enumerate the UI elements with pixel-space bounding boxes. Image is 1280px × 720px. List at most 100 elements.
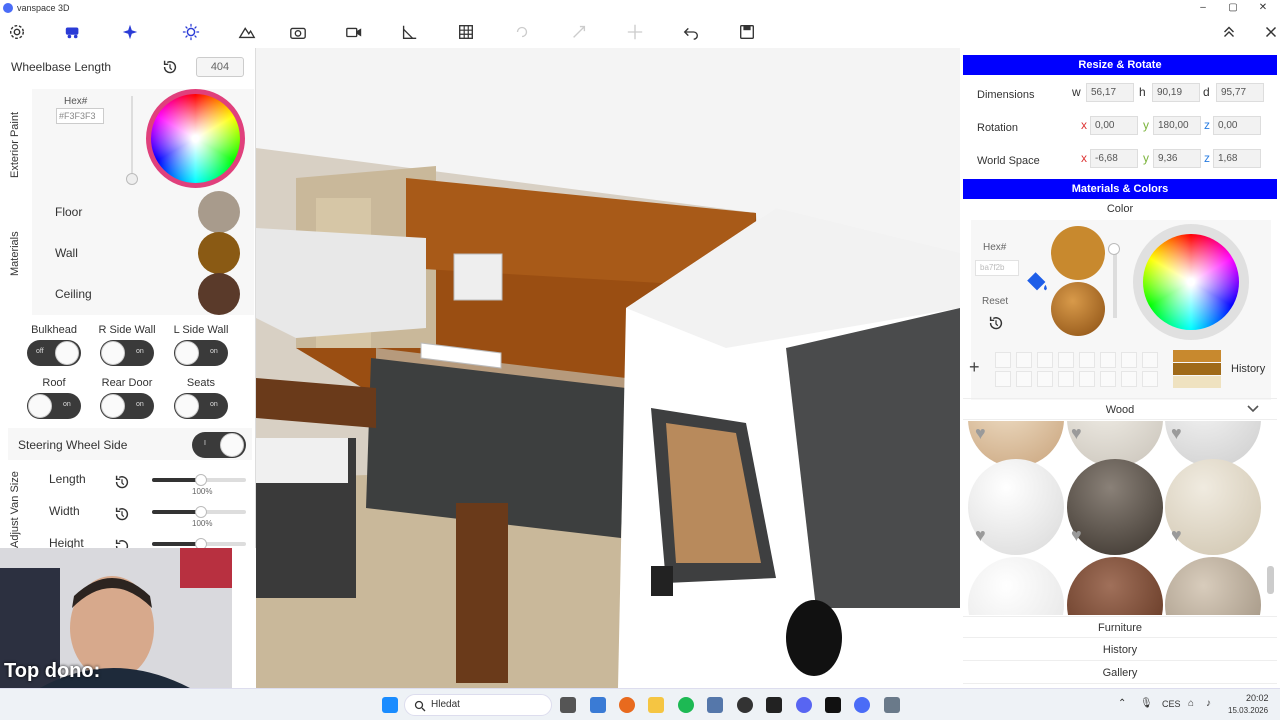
color-history-slot[interactable] xyxy=(1079,371,1095,387)
roof-toggle[interactable]: on xyxy=(27,393,81,419)
history-swatch[interactable] xyxy=(1173,363,1221,375)
firefox-icon[interactable] xyxy=(619,697,635,713)
app-icon-3[interactable] xyxy=(766,697,782,713)
width-reset-icon[interactable] xyxy=(113,505,131,523)
color-brightness-thumb[interactable] xyxy=(1108,243,1120,255)
color-history-slot[interactable] xyxy=(1121,371,1137,387)
history-swatch[interactable] xyxy=(1173,350,1221,362)
length-reset-icon[interactable] xyxy=(113,473,131,491)
dimension-h-input[interactable]: 90,19 xyxy=(1152,83,1200,102)
settings-icon[interactable] xyxy=(6,22,28,42)
color-history-slot[interactable] xyxy=(1016,352,1032,368)
world-y-input[interactable]: 9,36 xyxy=(1153,149,1201,168)
file-explorer-icon[interactable] xyxy=(648,697,664,713)
world-x-input[interactable]: -6,68 xyxy=(1090,149,1138,168)
color-wheel[interactable] xyxy=(146,89,245,188)
favorite-heart-icon[interactable]: ♥ xyxy=(1071,526,1089,544)
clock-time[interactable]: 20:02 xyxy=(1246,693,1269,703)
task-view-icon[interactable] xyxy=(560,697,576,713)
favorite-heart-icon[interactable]: ♥ xyxy=(975,526,993,544)
grid-icon[interactable] xyxy=(455,22,477,42)
maximize-button[interactable]: ▢ xyxy=(1218,0,1248,16)
dimension-d-input[interactable]: 95,77 xyxy=(1216,83,1264,102)
spotify-icon[interactable] xyxy=(678,697,694,713)
dimension-w-input[interactable]: 56,17 xyxy=(1086,83,1134,102)
height-slider[interactable] xyxy=(152,538,246,548)
reset-icon[interactable] xyxy=(987,314,1005,332)
undo-icon[interactable] xyxy=(680,22,702,42)
wood-category-header[interactable]: Wood xyxy=(963,398,1277,420)
terrain-icon[interactable] xyxy=(236,22,258,42)
brightness-thumb[interactable] xyxy=(126,173,138,185)
rotation-z-input[interactable]: 0,00 xyxy=(1213,116,1261,135)
rotation-x-input[interactable]: 0,00 xyxy=(1090,116,1138,135)
wood-material[interactable] xyxy=(1165,557,1261,615)
color-history-slot[interactable] xyxy=(1058,371,1074,387)
close-window-button[interactable]: ✕ xyxy=(1248,0,1278,16)
add-color-button[interactable]: + xyxy=(969,357,980,378)
brightness-slider[interactable] xyxy=(131,96,133,178)
scrollbar-thumb[interactable] xyxy=(1267,566,1274,594)
collapse-icon[interactable] xyxy=(1218,22,1240,42)
seats-toggle[interactable]: on xyxy=(174,393,228,419)
wheelbase-input[interactable]: 404 xyxy=(196,57,244,77)
color-history-slot[interactable] xyxy=(1121,352,1137,368)
chevron-down-icon[interactable] xyxy=(1246,404,1260,414)
slider-thumb[interactable] xyxy=(195,474,207,486)
history-swatch[interactable] xyxy=(1173,376,1221,388)
slider-thumb[interactable] xyxy=(195,506,207,518)
wood-material[interactable] xyxy=(1067,557,1163,615)
3d-viewport[interactable] xyxy=(256,48,960,688)
r-side-wall-toggle[interactable]: on xyxy=(100,340,154,366)
wood-texture-swatch[interactable] xyxy=(1051,282,1105,336)
discord-icon[interactable] xyxy=(796,697,812,713)
close-icon[interactable] xyxy=(1260,22,1280,42)
color-brightness-slider[interactable] xyxy=(1113,246,1117,318)
vanspace-icon[interactable] xyxy=(854,697,870,713)
slider-thumb[interactable] xyxy=(195,538,207,548)
color-history-slot[interactable] xyxy=(1016,371,1032,387)
color-wheel[interactable] xyxy=(1143,234,1239,330)
ceiling-swatch[interactable] xyxy=(198,273,240,315)
color-history-slot[interactable] xyxy=(1100,352,1116,368)
settings-app-icon[interactable] xyxy=(884,697,900,713)
minimize-button[interactable]: – xyxy=(1188,0,1218,16)
paint-bucket-icon[interactable] xyxy=(1023,268,1051,296)
sun-icon[interactable] xyxy=(180,22,202,42)
measure-icon[interactable] xyxy=(398,22,420,42)
bulkhead-toggle[interactable]: off xyxy=(27,340,81,366)
furniture-section[interactable]: Furniture xyxy=(963,616,1277,638)
width-slider[interactable] xyxy=(152,506,246,518)
taskbar-search[interactable]: Hledat xyxy=(404,694,552,716)
camera-icon[interactable] xyxy=(287,22,309,42)
color-history-slot[interactable] xyxy=(1058,352,1074,368)
favorite-heart-icon[interactable]: ♥ xyxy=(1171,424,1189,442)
sparkle-icon[interactable] xyxy=(119,22,141,42)
steering-wheel-side-toggle[interactable]: I xyxy=(192,432,246,458)
hex-input[interactable]: ba7f2b xyxy=(975,260,1019,276)
rotation-y-input[interactable]: 180,00 xyxy=(1153,116,1201,135)
color-history-slot[interactable] xyxy=(1079,352,1095,368)
app-icon-4[interactable] xyxy=(825,697,841,713)
color-history-slot[interactable] xyxy=(1142,371,1158,387)
l-side-wall-toggle[interactable]: on xyxy=(174,340,228,366)
resize-rotate-header[interactable]: Resize & Rotate xyxy=(963,55,1277,75)
gallery-section[interactable]: Gallery xyxy=(963,662,1277,684)
volume-icon[interactable]: ♪ xyxy=(1206,698,1211,709)
color-history-slot[interactable] xyxy=(995,371,1011,387)
wall-swatch[interactable] xyxy=(198,232,240,274)
length-slider[interactable] xyxy=(152,474,246,486)
clock-date[interactable]: 15.03.2026 xyxy=(1228,706,1268,715)
floor-swatch[interactable] xyxy=(198,191,240,233)
favorite-heart-icon[interactable]: ♥ xyxy=(1171,526,1189,544)
save-icon[interactable] xyxy=(736,22,758,42)
world-z-input[interactable]: 1,68 xyxy=(1213,149,1261,168)
materials-colors-header[interactable]: Materials & Colors xyxy=(963,179,1277,199)
calculator-icon[interactable] xyxy=(707,697,723,713)
wood-material[interactable] xyxy=(968,557,1064,615)
language-indicator[interactable]: CES xyxy=(1162,699,1181,709)
van-icon[interactable] xyxy=(62,22,84,42)
app-icon-1[interactable] xyxy=(590,697,606,713)
color-history-slot[interactable] xyxy=(1037,371,1053,387)
video-icon[interactable] xyxy=(343,22,365,42)
